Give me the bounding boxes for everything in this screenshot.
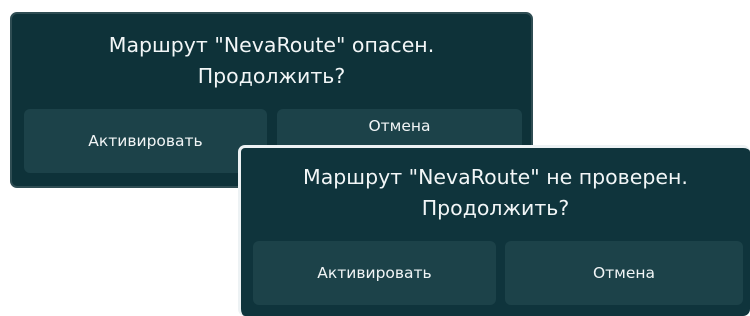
cancel-button[interactable]: Отмена (505, 241, 743, 305)
cancel-button-label: Отмена (368, 117, 431, 135)
dialog-message: Маршрут "NevaRoute" не проверен. Продолж… (241, 162, 750, 224)
activate-button-label: Активировать (317, 264, 432, 282)
activate-button-label: Активировать (88, 132, 203, 150)
dialog-message: Маршрут "NevaRoute" опасен. Продолжить? (12, 30, 531, 92)
dialog-message-line-1: Маршрут "NevaRoute" опасен. (108, 33, 435, 57)
route-unverified-dialog: Маршрут "NevaRoute" не проверен. Продолж… (238, 145, 750, 316)
dialog-message-line-2: Продолжить? (197, 64, 346, 88)
activate-button[interactable]: Активировать (253, 241, 496, 305)
cancel-button-label: Отмена (592, 264, 656, 282)
dialog-message-line-2: Продолжить? (421, 196, 570, 220)
activate-button[interactable]: Активировать (24, 109, 267, 173)
dialog-message-line-1: Маршрут "NevaRoute" не проверен. (303, 165, 688, 189)
